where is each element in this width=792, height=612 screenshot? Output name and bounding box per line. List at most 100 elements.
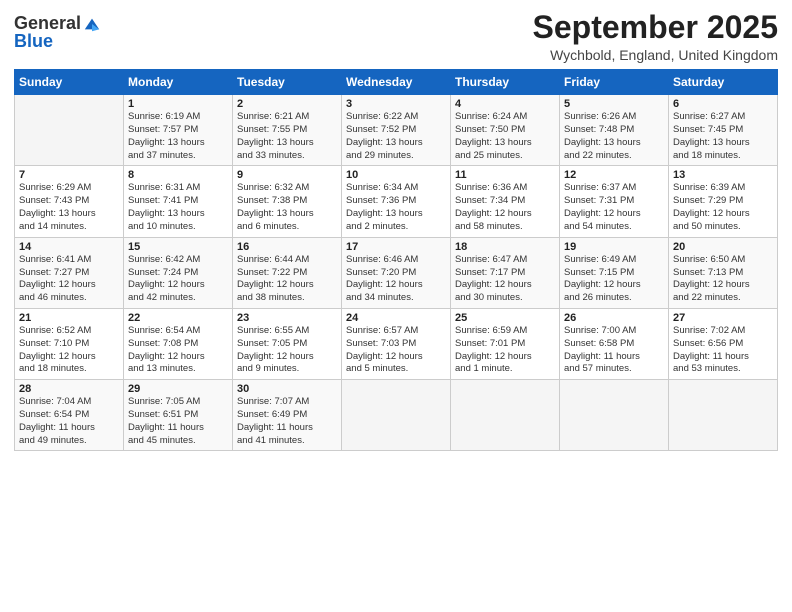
day-number: 15	[128, 241, 228, 253]
day-info: Sunrise: 6:49 AMSunset: 7:15 PMDaylight:…	[564, 254, 664, 305]
day-number: 1	[128, 98, 228, 110]
table-row: 16Sunrise: 6:44 AMSunset: 7:22 PMDayligh…	[233, 237, 342, 308]
day-info: Sunrise: 6:32 AMSunset: 7:38 PMDaylight:…	[237, 182, 337, 233]
table-row: 12Sunrise: 6:37 AMSunset: 7:31 PMDayligh…	[560, 166, 669, 237]
table-row: 21Sunrise: 6:52 AMSunset: 7:10 PMDayligh…	[15, 308, 124, 379]
day-number: 6	[673, 98, 773, 110]
table-row: 6Sunrise: 6:27 AMSunset: 7:45 PMDaylight…	[669, 95, 778, 166]
day-info: Sunrise: 6:34 AMSunset: 7:36 PMDaylight:…	[346, 182, 446, 233]
day-number: 3	[346, 98, 446, 110]
day-info: Sunrise: 6:50 AMSunset: 7:13 PMDaylight:…	[673, 254, 773, 305]
table-row: 4Sunrise: 6:24 AMSunset: 7:50 PMDaylight…	[451, 95, 560, 166]
table-row: 22Sunrise: 6:54 AMSunset: 7:08 PMDayligh…	[124, 308, 233, 379]
day-info: Sunrise: 6:42 AMSunset: 7:24 PMDaylight:…	[128, 254, 228, 305]
day-number: 27	[673, 312, 773, 324]
day-number: 19	[564, 241, 664, 253]
table-row: 29Sunrise: 7:05 AMSunset: 6:51 PMDayligh…	[124, 380, 233, 451]
table-row	[451, 380, 560, 451]
day-info: Sunrise: 6:52 AMSunset: 7:10 PMDaylight:…	[19, 325, 119, 376]
day-info: Sunrise: 6:39 AMSunset: 7:29 PMDaylight:…	[673, 182, 773, 233]
day-info: Sunrise: 6:37 AMSunset: 7:31 PMDaylight:…	[564, 182, 664, 233]
day-info: Sunrise: 6:55 AMSunset: 7:05 PMDaylight:…	[237, 325, 337, 376]
day-number: 21	[19, 312, 119, 324]
day-info: Sunrise: 7:05 AMSunset: 6:51 PMDaylight:…	[128, 396, 228, 447]
day-number: 2	[237, 98, 337, 110]
day-info: Sunrise: 6:46 AMSunset: 7:20 PMDaylight:…	[346, 254, 446, 305]
day-number: 18	[455, 241, 555, 253]
logo-icon	[83, 15, 101, 33]
calendar-week-row: 1Sunrise: 6:19 AMSunset: 7:57 PMDaylight…	[15, 95, 778, 166]
table-row: 30Sunrise: 7:07 AMSunset: 6:49 PMDayligh…	[233, 380, 342, 451]
table-row: 27Sunrise: 7:02 AMSunset: 6:56 PMDayligh…	[669, 308, 778, 379]
table-row: 9Sunrise: 6:32 AMSunset: 7:38 PMDaylight…	[233, 166, 342, 237]
table-row: 25Sunrise: 6:59 AMSunset: 7:01 PMDayligh…	[451, 308, 560, 379]
table-row: 14Sunrise: 6:41 AMSunset: 7:27 PMDayligh…	[15, 237, 124, 308]
day-info: Sunrise: 6:57 AMSunset: 7:03 PMDaylight:…	[346, 325, 446, 376]
day-info: Sunrise: 6:26 AMSunset: 7:48 PMDaylight:…	[564, 111, 664, 162]
day-number: 12	[564, 169, 664, 181]
table-row: 28Sunrise: 7:04 AMSunset: 6:54 PMDayligh…	[15, 380, 124, 451]
day-number: 28	[19, 383, 119, 395]
day-number: 10	[346, 169, 446, 181]
day-info: Sunrise: 6:21 AMSunset: 7:55 PMDaylight:…	[237, 111, 337, 162]
month-title: September 2025	[533, 10, 778, 45]
title-block: September 2025 Wychbold, England, United…	[533, 10, 778, 63]
table-row	[15, 95, 124, 166]
day-number: 4	[455, 98, 555, 110]
day-number: 5	[564, 98, 664, 110]
location: Wychbold, England, United Kingdom	[533, 47, 778, 63]
day-info: Sunrise: 6:19 AMSunset: 7:57 PMDaylight:…	[128, 111, 228, 162]
table-row: 18Sunrise: 6:47 AMSunset: 7:17 PMDayligh…	[451, 237, 560, 308]
table-row: 20Sunrise: 6:50 AMSunset: 7:13 PMDayligh…	[669, 237, 778, 308]
table-row: 13Sunrise: 6:39 AMSunset: 7:29 PMDayligh…	[669, 166, 778, 237]
day-info: Sunrise: 6:36 AMSunset: 7:34 PMDaylight:…	[455, 182, 555, 233]
calendar-week-row: 28Sunrise: 7:04 AMSunset: 6:54 PMDayligh…	[15, 380, 778, 451]
day-info: Sunrise: 6:27 AMSunset: 7:45 PMDaylight:…	[673, 111, 773, 162]
table-row: 26Sunrise: 7:00 AMSunset: 6:58 PMDayligh…	[560, 308, 669, 379]
day-number: 29	[128, 383, 228, 395]
table-row: 19Sunrise: 6:49 AMSunset: 7:15 PMDayligh…	[560, 237, 669, 308]
table-row	[560, 380, 669, 451]
day-info: Sunrise: 6:44 AMSunset: 7:22 PMDaylight:…	[237, 254, 337, 305]
header: General Blue September 2025 Wychbold, En…	[14, 10, 778, 63]
calendar-week-row: 14Sunrise: 6:41 AMSunset: 7:27 PMDayligh…	[15, 237, 778, 308]
day-number: 13	[673, 169, 773, 181]
day-number: 16	[237, 241, 337, 253]
day-number: 8	[128, 169, 228, 181]
day-info: Sunrise: 6:31 AMSunset: 7:41 PMDaylight:…	[128, 182, 228, 233]
calendar-week-row: 21Sunrise: 6:52 AMSunset: 7:10 PMDayligh…	[15, 308, 778, 379]
day-info: Sunrise: 7:02 AMSunset: 6:56 PMDaylight:…	[673, 325, 773, 376]
logo-blue-text: Blue	[14, 32, 101, 52]
day-number: 23	[237, 312, 337, 324]
table-row: 15Sunrise: 6:42 AMSunset: 7:24 PMDayligh…	[124, 237, 233, 308]
table-row: 17Sunrise: 6:46 AMSunset: 7:20 PMDayligh…	[342, 237, 451, 308]
table-row: 24Sunrise: 6:57 AMSunset: 7:03 PMDayligh…	[342, 308, 451, 379]
day-number: 30	[237, 383, 337, 395]
day-info: Sunrise: 6:41 AMSunset: 7:27 PMDaylight:…	[19, 254, 119, 305]
col-monday: Monday	[124, 70, 233, 95]
day-number: 14	[19, 241, 119, 253]
table-row: 1Sunrise: 6:19 AMSunset: 7:57 PMDaylight…	[124, 95, 233, 166]
col-thursday: Thursday	[451, 70, 560, 95]
table-row	[669, 380, 778, 451]
day-number: 24	[346, 312, 446, 324]
table-row: 7Sunrise: 6:29 AMSunset: 7:43 PMDaylight…	[15, 166, 124, 237]
table-row: 11Sunrise: 6:36 AMSunset: 7:34 PMDayligh…	[451, 166, 560, 237]
day-info: Sunrise: 6:59 AMSunset: 7:01 PMDaylight:…	[455, 325, 555, 376]
day-number: 20	[673, 241, 773, 253]
day-info: Sunrise: 6:22 AMSunset: 7:52 PMDaylight:…	[346, 111, 446, 162]
calendar-table: Sunday Monday Tuesday Wednesday Thursday…	[14, 69, 778, 451]
calendar-week-row: 7Sunrise: 6:29 AMSunset: 7:43 PMDaylight…	[15, 166, 778, 237]
day-number: 9	[237, 169, 337, 181]
day-number: 25	[455, 312, 555, 324]
table-row: 2Sunrise: 6:21 AMSunset: 7:55 PMDaylight…	[233, 95, 342, 166]
col-saturday: Saturday	[669, 70, 778, 95]
table-row: 3Sunrise: 6:22 AMSunset: 7:52 PMDaylight…	[342, 95, 451, 166]
table-row	[342, 380, 451, 451]
day-number: 26	[564, 312, 664, 324]
table-row: 10Sunrise: 6:34 AMSunset: 7:36 PMDayligh…	[342, 166, 451, 237]
day-info: Sunrise: 7:00 AMSunset: 6:58 PMDaylight:…	[564, 325, 664, 376]
col-sunday: Sunday	[15, 70, 124, 95]
page-container: General Blue September 2025 Wychbold, En…	[0, 0, 792, 461]
day-info: Sunrise: 6:29 AMSunset: 7:43 PMDaylight:…	[19, 182, 119, 233]
